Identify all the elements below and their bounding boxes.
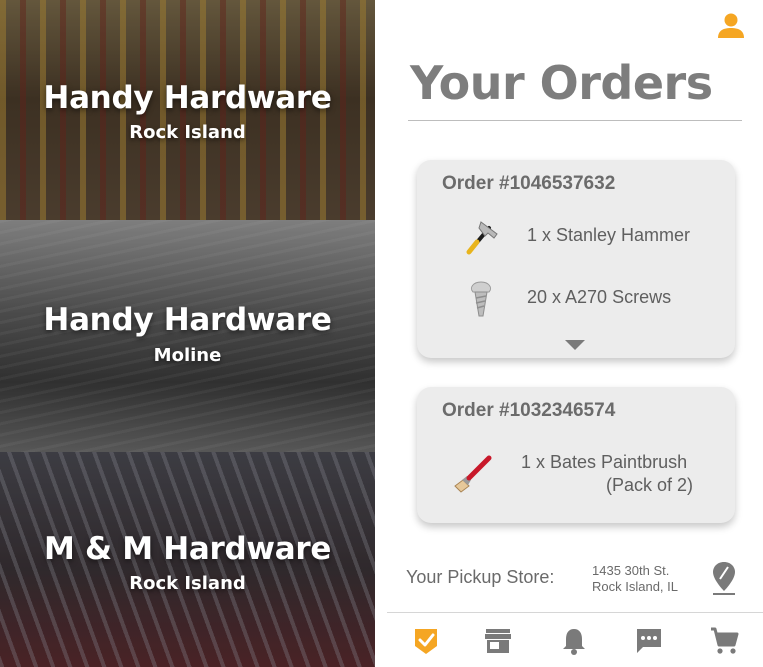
page-title: Your Orders xyxy=(410,56,713,110)
store-list: Handy Hardware Rock Island Handy Hardwar… xyxy=(0,0,375,667)
store-name: M & M Hardware xyxy=(43,531,332,567)
store-card-handy-rock-island[interactable]: Handy Hardware Rock Island xyxy=(0,0,375,220)
order-item-text: 1 x Stanley Hammer xyxy=(527,225,691,245)
store-icon[interactable] xyxy=(483,626,513,656)
tabbar-divider xyxy=(387,612,763,613)
bell-icon[interactable] xyxy=(559,626,589,656)
order-card[interactable]: Order #1032346574 1 x Bates Paintbrush (… xyxy=(417,387,735,523)
screw-icon xyxy=(470,281,492,317)
tab-bar xyxy=(375,614,763,667)
profile-icon[interactable] xyxy=(715,10,747,42)
location-pin-icon[interactable] xyxy=(711,560,737,596)
hammer-icon xyxy=(466,221,498,255)
chat-icon[interactable] xyxy=(634,626,664,656)
order-card[interactable]: Order #1046537632 1 x Stanley Hammer 20 … xyxy=(417,160,735,358)
pickup-store-label: Your Pickup Store: xyxy=(406,567,555,587)
chevron-down-icon[interactable] xyxy=(565,340,585,350)
store-card-handy-moline[interactable]: Handy Hardware Moline xyxy=(0,220,375,452)
pickup-address-line2: Rock Island, IL xyxy=(592,579,678,594)
cart-icon[interactable] xyxy=(709,626,739,656)
order-item-text: 20 x A270 Screws xyxy=(527,287,672,307)
orders-panel: Your Orders Order #1046537632 1 x Stanle… xyxy=(375,0,763,667)
store-city: Rock Island xyxy=(129,122,246,143)
order-item-subtext: (Pack of 2) xyxy=(606,475,694,495)
paintbrush-icon xyxy=(454,455,492,493)
store-name: Handy Hardware xyxy=(43,302,332,338)
order-item-text: 1 x Bates Paintbrush xyxy=(521,452,688,472)
order-number: Order #1032346574 xyxy=(442,400,616,421)
title-divider xyxy=(408,120,742,121)
store-card-mm-rock-island[interactable]: M & M Hardware Rock Island xyxy=(0,452,375,667)
orders-check-icon[interactable] xyxy=(411,626,441,656)
store-name: Handy Hardware xyxy=(43,80,332,116)
pickup-address-line1: 1435 30th St. xyxy=(592,563,670,578)
store-city: Rock Island xyxy=(129,573,246,594)
order-number: Order #1046537632 xyxy=(442,173,616,194)
store-city: Moline xyxy=(153,345,222,366)
